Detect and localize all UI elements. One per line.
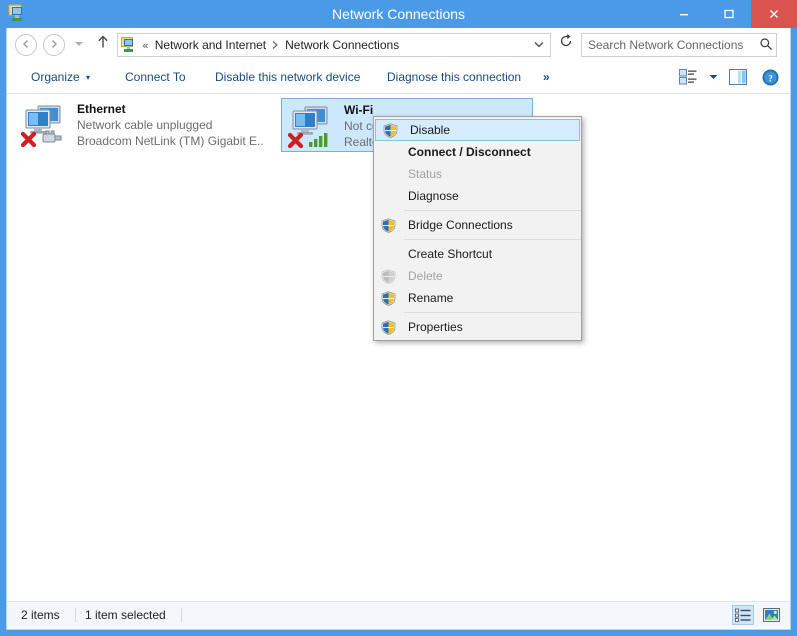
help-icon[interactable]: ? — [756, 64, 784, 90]
context-menu-label: Bridge Connections — [408, 218, 513, 232]
status-item-count: 2 items — [21, 608, 60, 622]
context-menu-icon-slot — [374, 142, 403, 162]
search-icon[interactable] — [756, 37, 776, 54]
context-menu-item-rename[interactable]: Rename — [374, 287, 581, 309]
status-selection: 1 item selected — [85, 608, 166, 622]
large-icons-view-icon[interactable] — [760, 605, 782, 625]
organize-label: Organize — [31, 70, 80, 84]
context-menu[interactable]: Disable Connect / Disconnect Status Diag… — [373, 116, 582, 341]
context-menu-item-create-shortcut[interactable]: Create Shortcut — [374, 243, 581, 265]
breadcrumb-network-and-internet[interactable]: Network and Internet — [154, 38, 267, 52]
context-menu-item-connect-disconnect[interactable]: Connect / Disconnect — [374, 141, 581, 163]
view-dropdown-caret[interactable] — [706, 73, 720, 82]
context-menu-item-properties[interactable]: Properties — [374, 316, 581, 338]
recent-locations-icon[interactable] — [71, 34, 87, 56]
context-menu-separator — [404, 210, 581, 211]
uac-shield-icon — [374, 317, 403, 337]
context-menu-separator — [404, 239, 581, 240]
search-box[interactable] — [581, 33, 777, 57]
context-menu-separator — [404, 312, 581, 313]
context-menu-item-bridge-connections[interactable]: Bridge Connections — [374, 214, 581, 236]
connection-item-ethernet[interactable]: Ethernet Network cable unplugged Broadco… — [15, 98, 267, 152]
title-bar: Network Connections — [0, 0, 797, 28]
up-button[interactable] — [93, 34, 113, 56]
context-menu-label: Connect / Disconnect — [408, 145, 531, 159]
change-view-icon[interactable] — [674, 64, 702, 90]
network-adapter-icon — [20, 102, 69, 148]
context-menu-item-diagnose[interactable]: Diagnose — [374, 185, 581, 207]
context-menu-label: Properties — [408, 320, 463, 334]
toolbar-overflow-button[interactable]: » — [535, 61, 558, 93]
breadcrumb-prefix[interactable]: « — [137, 39, 154, 52]
context-menu-label: Rename — [408, 291, 454, 305]
context-menu-label: Disable — [410, 123, 451, 137]
uac-shield-icon — [376, 120, 405, 140]
network-folder-icon — [121, 37, 137, 53]
context-menu-label: Delete — [408, 269, 443, 283]
uac-shield-disabled-icon — [374, 266, 403, 286]
connections-list[interactable]: Ethernet Network cable unplugged Broadco… — [7, 94, 790, 601]
connection-device: Broadcom NetLink (TM) Gigabit E... — [77, 134, 263, 148]
diagnose-connection-button[interactable]: Diagnose this connection — [379, 61, 529, 93]
breadcrumb-network-connections[interactable]: Network Connections — [284, 38, 400, 52]
context-menu-label: Diagnose — [408, 189, 459, 203]
connection-status: Network cable unplugged — [77, 118, 213, 132]
svg-text:?: ? — [768, 73, 773, 83]
refresh-button[interactable] — [555, 33, 577, 57]
navigation-bar: « Network and Internet Network Connectio… — [7, 28, 790, 61]
back-button[interactable] — [15, 34, 37, 56]
connect-to-button[interactable]: Connect To — [117, 61, 194, 93]
toolbar-right-icons: ? — [674, 61, 784, 93]
context-menu-item-delete: Delete — [374, 265, 581, 287]
context-menu-item-status: Status — [374, 163, 581, 185]
command-toolbar: Organize ▾ Connect To Disable this netwo… — [7, 61, 790, 94]
preview-pane-icon[interactable] — [724, 64, 752, 90]
maximize-button[interactable] — [706, 0, 751, 28]
network-adapter-icon — [287, 103, 336, 149]
breadcrumb-separator — [267, 39, 284, 52]
context-menu-icon-slot — [374, 244, 403, 264]
disable-network-device-button[interactable]: Disable this network device — [207, 61, 368, 93]
details-view-icon[interactable] — [732, 605, 754, 625]
status-bar: 2 items 1 item selected — [7, 601, 790, 628]
forward-button[interactable] — [43, 34, 65, 56]
context-menu-icon-slot — [374, 164, 403, 184]
context-menu-label: Create Shortcut — [408, 247, 493, 261]
chevron-down-icon: ▾ — [86, 72, 91, 82]
client-area: « Network and Internet Network Connectio… — [6, 28, 791, 630]
status-divider — [181, 608, 182, 622]
context-menu-icon-slot — [374, 186, 403, 206]
connection-name: Ethernet — [77, 102, 126, 116]
minimize-button[interactable] — [661, 0, 706, 28]
close-button[interactable] — [751, 0, 797, 28]
organize-button[interactable]: Organize ▾ — [23, 61, 98, 93]
address-bar[interactable]: « Network and Internet Network Connectio… — [117, 33, 551, 57]
window-controls — [661, 0, 797, 28]
chevron-down-icon[interactable] — [534, 40, 550, 51]
status-divider — [75, 608, 76, 622]
uac-shield-icon — [374, 215, 403, 235]
status-view-buttons — [732, 605, 782, 625]
search-input[interactable] — [582, 38, 756, 52]
context-menu-label: Status — [408, 167, 443, 181]
network-connections-window: Network Connections « Network and Intern… — [0, 0, 797, 636]
uac-shield-icon — [374, 288, 403, 308]
context-menu-item-disable[interactable]: Disable — [375, 119, 580, 141]
connection-text-block: Ethernet Network cable unplugged Broadco… — [77, 101, 263, 149]
